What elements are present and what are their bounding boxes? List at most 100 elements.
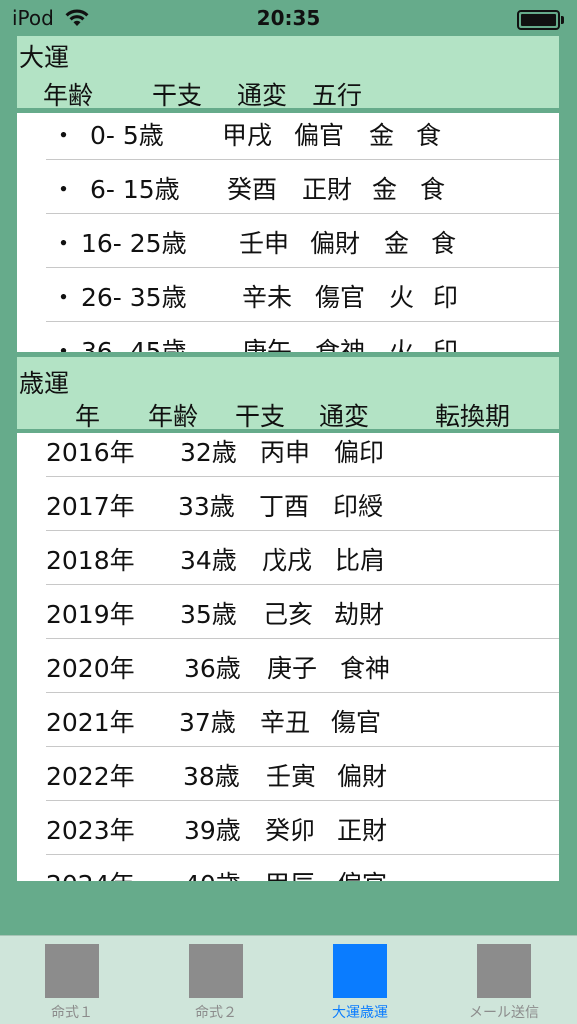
row-tsuhen: 正財: [302, 175, 353, 204]
row-tsuhen: 傷官: [315, 283, 366, 312]
row-bullet: ・: [51, 121, 77, 150]
saiun-title: 歳運: [19, 369, 70, 398]
row-gogyo: 火: [389, 283, 415, 312]
row-tsuhen: 劫財: [334, 600, 385, 629]
row-tsuhen: 偏官: [294, 121, 345, 150]
tab-label: 命式１: [51, 1005, 93, 1021]
row-age: 38歳: [183, 762, 240, 791]
taiun-title: 大運: [19, 43, 70, 72]
taiun-col-age: 年齢: [43, 81, 94, 110]
taiun-col-gogyo: 五行: [312, 81, 363, 110]
row-age: 16- 25歳: [81, 229, 187, 258]
row-bullet: ・: [51, 229, 77, 258]
row-year: 2019年: [46, 600, 135, 629]
row-age: 37歳: [179, 708, 236, 737]
row-kanshi: 己亥: [263, 600, 314, 629]
taiun-header: 大運 年齢 干支 通変 五行: [17, 36, 559, 110]
row-kanshi: 丙申: [260, 438, 311, 467]
saiun-col-tenkanki: 転換期: [435, 402, 511, 431]
saiun-col-year: 年: [75, 402, 101, 431]
row-tsuhen: 傷官: [331, 708, 382, 737]
row-age: 36歳: [184, 654, 241, 683]
row-gogyo: 火: [389, 337, 415, 352]
saiun-col-age: 年齢: [148, 402, 199, 431]
row-tsuhen: 偏印: [334, 438, 385, 467]
row-year: 2020年: [46, 654, 135, 683]
row-kanshi: 丁酉: [259, 492, 310, 521]
list-item[interactable]: ・ 26- 35歳 辛未 傷官 火 印: [17, 268, 559, 322]
row-age: 26- 35歳: [81, 283, 187, 312]
taiun-col-tsuhen: 通変: [237, 81, 288, 110]
row-kanshi: 壬申: [239, 229, 290, 258]
tab-taiun-saiun[interactable]: 大運歳運: [288, 936, 432, 1024]
row-bullet: ・: [51, 337, 77, 352]
row-tsuhen: 偏官: [337, 865, 387, 881]
row-age: 0- 5歳: [90, 121, 164, 150]
table-row[interactable]: 2017年 33歳 丁酉 印綬: [17, 477, 559, 531]
row-year: 2018年: [46, 546, 135, 575]
placeholder-square-icon: [45, 944, 99, 998]
row-tsuhen: 偏財: [310, 229, 361, 258]
row-gogyo: 金: [372, 175, 398, 204]
row-tsuhen: 印綬: [333, 492, 384, 521]
row-gogyo-sub: 印: [433, 337, 459, 352]
saiun-col-kanshi: 干支: [235, 402, 286, 431]
row-kanshi: 壬寅: [266, 762, 317, 791]
table-row[interactable]: 2018年 34歳 戊戌 比肩: [17, 531, 559, 585]
row-year: 2017年: [46, 492, 135, 521]
tab-label: 命式２: [195, 1005, 237, 1021]
list-item[interactable]: ・ 0- 5歳 甲戌 偏官 金 食: [17, 113, 559, 160]
taiun-list[interactable]: ・ 0- 5歳 甲戌 偏官 金 食 ・ 6- 15歳 癸酉 正財 金 食 ・ 1…: [17, 113, 559, 352]
table-row[interactable]: 2019年 35歳 己亥 劫財: [17, 585, 559, 639]
row-gogyo: 金: [384, 229, 410, 258]
table-row[interactable]: 2020年 36歳 庚子 食神: [17, 639, 559, 693]
row-gogyo-sub: 食: [416, 121, 442, 150]
tab-label: メール送信: [469, 1005, 539, 1021]
status-bar: iPod 20:35: [0, 0, 577, 36]
row-kanshi: 庚子: [267, 654, 318, 683]
placeholder-square-icon: [333, 944, 387, 998]
table-row[interactable]: 2024年 40歳 甲辰 偏官: [17, 855, 559, 881]
row-gogyo: 金: [369, 121, 395, 150]
tab-label: 大運歳運: [332, 1005, 388, 1021]
row-year: 2023年: [46, 816, 135, 845]
taiun-col-kanshi: 干支: [152, 81, 203, 110]
row-gogyo-sub: 印: [433, 283, 459, 312]
saiun-header: 歳運 年 年齢 干支 通変 転換期: [17, 357, 559, 431]
row-tsuhen: 正財: [337, 816, 388, 845]
list-item[interactable]: ・ 36- 45歳 庚午 食神 火 印: [17, 322, 559, 352]
row-kanshi: 癸卯: [265, 816, 316, 845]
tab-meishiki-1[interactable]: 命式１: [0, 936, 144, 1024]
tab-mail-send[interactable]: メール送信: [432, 936, 576, 1024]
row-kanshi: 甲辰: [265, 865, 315, 881]
row-kanshi: 癸酉: [227, 175, 278, 204]
table-row[interactable]: 2022年 38歳 壬寅 偏財: [17, 747, 559, 801]
tab-bar: 命式１ 命式２ 大運歳運 メール送信: [0, 935, 577, 1024]
placeholder-square-icon: [477, 944, 531, 998]
list-item[interactable]: ・ 16- 25歳 壬申 偏財 金 食: [17, 214, 559, 268]
row-age: 6- 15歳: [90, 175, 180, 204]
row-gogyo-sub: 食: [431, 229, 457, 258]
table-row[interactable]: 2023年 39歳 癸卯 正財: [17, 801, 559, 855]
row-year: 2016年: [46, 438, 135, 467]
saiun-list[interactable]: 2016年 32歳 丙申 偏印 2017年 33歳 丁酉 印綬 2018年 34…: [17, 433, 559, 881]
row-tsuhen: 偏財: [337, 762, 388, 791]
row-tsuhen: 比肩: [335, 546, 386, 575]
row-tsuhen: 食神: [340, 654, 391, 683]
row-age: 34歳: [180, 546, 237, 575]
placeholder-square-icon: [189, 944, 243, 998]
row-tsuhen: 食神: [315, 337, 366, 352]
row-kanshi: 戊戌: [262, 546, 313, 575]
row-bullet: ・: [51, 283, 77, 312]
table-row[interactable]: 2016年 32歳 丙申 偏印: [17, 433, 559, 477]
row-year: 2024年: [46, 865, 135, 881]
table-row[interactable]: 2021年 37歳 辛丑 傷官: [17, 693, 559, 747]
row-bullet: ・: [51, 175, 77, 204]
row-kanshi: 庚午: [242, 337, 293, 352]
row-gogyo-sub: 食: [420, 175, 446, 204]
row-age: 35歳: [180, 600, 237, 629]
saiun-col-tsuhen: 通変: [319, 402, 370, 431]
list-item[interactable]: ・ 6- 15歳 癸酉 正財 金 食: [17, 160, 559, 214]
tab-meishiki-2[interactable]: 命式２: [144, 936, 288, 1024]
row-age: 40歳: [184, 865, 241, 881]
